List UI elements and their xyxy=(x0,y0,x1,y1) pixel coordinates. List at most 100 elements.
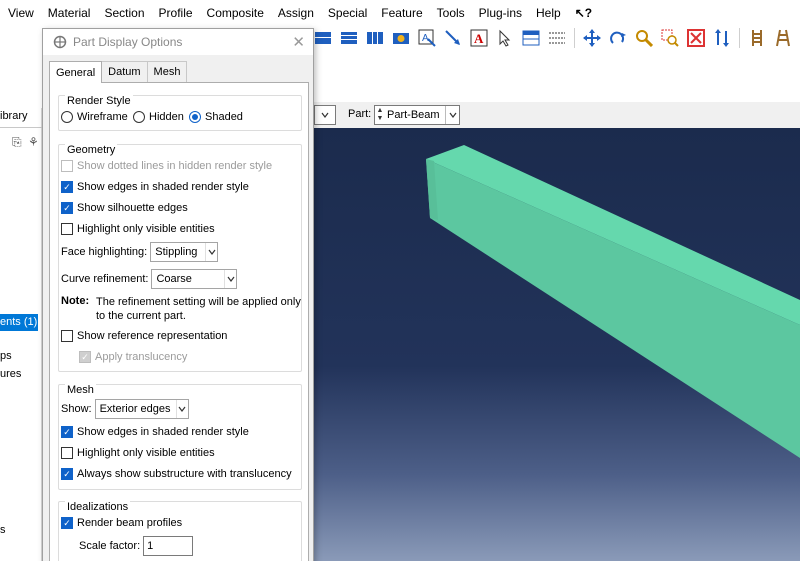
note-text: The refinement setting will be applied o… xyxy=(96,296,301,322)
curve-refinement-row: Curve refinement: Coarse xyxy=(61,269,238,289)
table-icon[interactable] xyxy=(520,27,542,49)
mesh-group: Mesh Show: Exterior edges ✓ Show edges i… xyxy=(58,384,302,490)
whats-this-help-icon[interactable]: ↖? xyxy=(575,6,592,20)
arrow-tool-icon[interactable] xyxy=(442,27,464,49)
note-label: Note: xyxy=(61,295,90,307)
face-highlighting-label: Face highlighting: xyxy=(61,246,148,258)
tab-mesh[interactable]: Mesh xyxy=(146,61,188,82)
mesh-show-edges-checkbox[interactable]: ✓ xyxy=(61,426,73,438)
zoom-icon[interactable] xyxy=(633,27,655,49)
view-layout-icon[interactable] xyxy=(312,27,334,49)
cycle-views-icon[interactable] xyxy=(711,27,733,49)
show-reference-checkbox[interactable] xyxy=(61,330,73,342)
menu-bar: View Material Section Profile Composite … xyxy=(0,0,800,26)
menu-tools[interactable]: Tools xyxy=(437,6,465,20)
tab-general[interactable]: General xyxy=(49,61,103,83)
render-style-hidden[interactable]: Hidden xyxy=(133,111,184,123)
mesh-show-select[interactable]: Exterior edges xyxy=(94,399,189,419)
show-edges-shaded-row[interactable]: ✓ Show edges in shaded render style xyxy=(61,181,249,193)
beam-render xyxy=(426,145,800,458)
graphics-viewport[interactable] xyxy=(314,128,800,561)
auto-fit-icon[interactable] xyxy=(685,27,707,49)
menu-plugins[interactable]: Plug-ins xyxy=(479,6,522,20)
curve-refinement-select[interactable]: Coarse xyxy=(151,269,238,289)
view-layout-icon[interactable] xyxy=(364,27,386,49)
render-style-wireframe[interactable]: Wireframe xyxy=(61,111,128,123)
show-reference-row[interactable]: Show reference representation xyxy=(61,330,227,342)
radio-shaded[interactable] xyxy=(189,111,201,123)
chevron-down-icon[interactable] xyxy=(175,400,188,418)
dialog-title-bar[interactable]: Part Display Options ✕ xyxy=(43,29,313,55)
face-highlighting-select[interactable]: Stippling xyxy=(150,242,219,262)
tree-item[interactable]: ps xyxy=(0,350,12,362)
pan-icon[interactable] xyxy=(581,27,603,49)
geom-highlight-visible-checkbox[interactable] xyxy=(61,223,73,235)
library-tab[interactable]: ibrary xyxy=(0,110,28,122)
menu-section[interactable]: Section xyxy=(104,6,144,20)
rotate-icon[interactable] xyxy=(607,27,629,49)
scale-factor-input[interactable]: 1 xyxy=(143,536,194,556)
radio-wireframe[interactable] xyxy=(61,111,73,123)
dialog-tabs: General Datum Mesh xyxy=(49,61,188,83)
ladder-icon[interactable] xyxy=(746,27,768,49)
show-edges-shaded-checkbox[interactable]: ✓ xyxy=(61,181,73,193)
mesh-highlight-visible-checkbox[interactable] xyxy=(61,447,73,459)
tree-item[interactable]: ures xyxy=(0,368,21,380)
list-icon[interactable] xyxy=(546,27,568,49)
text-annotation-icon[interactable]: A xyxy=(468,27,490,49)
tab-divider xyxy=(0,127,42,128)
tree-item-selected[interactable]: ents (1) xyxy=(0,314,38,331)
render-style-shaded[interactable]: Shaded xyxy=(189,111,243,123)
scale-factor-row: Scale factor: 1 xyxy=(79,536,194,556)
tab-page-general: Render Style Wireframe Hidden Shaded Geo… xyxy=(49,82,309,561)
tab-datum[interactable]: Datum xyxy=(101,61,148,82)
tree-item[interactable]: s xyxy=(0,524,6,536)
chevron-down-icon[interactable] xyxy=(205,243,217,261)
spin-updown-icon[interactable]: ▲ ▼ xyxy=(375,107,385,123)
show-silhouette-checkbox[interactable]: ✓ xyxy=(61,202,73,214)
scale-factor-label: Scale factor: xyxy=(79,540,141,552)
menu-feature[interactable]: Feature xyxy=(381,6,422,20)
part-selector[interactable]: ▲ ▼ Part-Beam xyxy=(374,105,460,125)
show-reference-label: Show reference representation xyxy=(77,330,228,342)
render-beam-profiles-row[interactable]: ✓ Render beam profiles xyxy=(61,517,182,529)
always-show-substructure-checkbox[interactable]: ✓ xyxy=(61,468,73,480)
chevron-down-icon[interactable] xyxy=(224,270,236,288)
chevron-down-icon[interactable] xyxy=(445,106,459,124)
toolbar-separator xyxy=(739,28,740,48)
close-icon[interactable]: ✕ xyxy=(292,33,305,51)
radio-hidden[interactable] xyxy=(133,111,145,123)
view-layout-icon[interactable] xyxy=(338,27,360,49)
dialog-app-icon xyxy=(53,35,67,49)
mesh-show-edges-row[interactable]: ✓ Show edges in shaded render style xyxy=(61,426,249,438)
render-icon[interactable] xyxy=(390,27,412,49)
menu-assign[interactable]: Assign xyxy=(278,6,314,20)
menu-profile[interactable]: Profile xyxy=(159,6,193,20)
curve-refinement-value: Coarse xyxy=(156,273,192,285)
mesh-highlight-visible-row[interactable]: Highlight only visible entities xyxy=(61,447,215,459)
always-show-substructure-row[interactable]: ✓ Always show substructure with transluc… xyxy=(61,468,292,480)
ladder-alt-icon[interactable] xyxy=(772,27,794,49)
tree-filter-icon[interactable]: ⎘ xyxy=(12,135,22,150)
menu-material[interactable]: Material xyxy=(48,6,91,20)
face-highlighting-row: Face highlighting: Stippling xyxy=(61,242,219,262)
face-highlighting-value: Stippling xyxy=(155,246,198,258)
menu-composite[interactable]: Composite xyxy=(207,6,264,20)
box-zoom-icon[interactable] xyxy=(659,27,681,49)
tree-expand-icon[interactable]: ⚘ xyxy=(28,135,39,149)
select-pointer-icon[interactable] xyxy=(494,27,516,49)
context-bar: Part: ▲ ▼ Part-Beam xyxy=(314,102,800,128)
menu-view[interactable]: View xyxy=(8,6,34,20)
show-silhouette-row[interactable]: ✓ Show silhouette edges xyxy=(61,202,188,214)
model-combo-dropdown[interactable] xyxy=(314,105,336,125)
radio-wireframe-label: Wireframe xyxy=(77,111,128,123)
curve-refinement-label: Curve refinement: xyxy=(61,273,149,285)
menu-special[interactable]: Special xyxy=(328,6,367,20)
always-show-substructure-label: Always show substructure with translucen… xyxy=(77,468,292,480)
apply-translucency-row: ✓ Apply translucency xyxy=(79,351,187,363)
render-beam-profiles-checkbox[interactable]: ✓ xyxy=(61,517,73,529)
query-icon[interactable]: A xyxy=(416,27,438,49)
menu-help[interactable]: Help xyxy=(536,6,561,20)
mesh-highlight-visible-label: Highlight only visible entities xyxy=(77,447,215,459)
geom-highlight-visible-row[interactable]: Highlight only visible entities xyxy=(61,223,215,235)
